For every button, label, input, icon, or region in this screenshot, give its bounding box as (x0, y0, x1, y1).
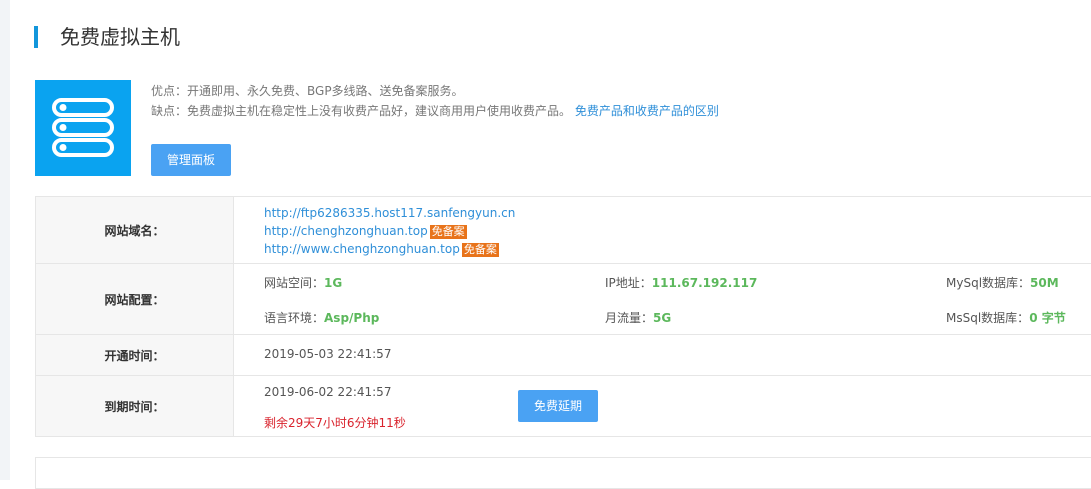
mysql-info: MySql数据库：50M (946, 274, 1059, 291)
domain-item: http://chenghzonghuan.top 免备案 (264, 223, 467, 239)
remaining-time: 剩余29天7小时6分钟11秒 (264, 416, 406, 430)
ip-info: IP地址：111.67.192.117 (605, 274, 757, 291)
mssql-value: 0 字节 (1029, 311, 1066, 325)
lang-info: 语言环境：Asp/Php (264, 309, 379, 326)
space-label: 网站空间： (264, 276, 325, 290)
open-time-label: 开通时间： (35, 335, 234, 375)
next-panel (35, 457, 1091, 489)
lang-label: 语言环境： (264, 311, 325, 325)
no-filing-badge: 免备案 (429, 225, 467, 239)
left-sidebar-strip (0, 0, 10, 480)
domain-link[interactable]: http://www.chenghzonghuan.top (264, 242, 460, 256)
config-row: 网站配置： 网站空间：1G IP地址：111.67.192.117 MySql数… (35, 264, 1091, 335)
free-extend-button[interactable]: 免费延期 (518, 390, 598, 422)
pros-text: 优点：开通即用、永久免费、BGP多线路、送免备案服务。 (151, 84, 464, 98)
domain-row: 网站域名： http://ftp6286335.host117.sanfengy… (35, 197, 1091, 264)
lang-value: Asp/Php (324, 311, 380, 325)
config-label: 网站配置： (35, 264, 234, 334)
domain-item: http://ftp6286335.host117.sanfengyun.cn (264, 205, 515, 221)
control-panel-button[interactable]: 管理面板 (151, 144, 231, 176)
expire-time-value: 2019-06-02 22:41:57 (264, 385, 392, 399)
no-filing-badge: 免备案 (461, 243, 499, 257)
server-stack-icon (35, 80, 131, 176)
mssql-label: MsSql数据库： (946, 311, 1030, 325)
mysql-value: 50M (1030, 276, 1059, 290)
compare-link[interactable]: 免费产品和收费产品的区别 (575, 104, 719, 118)
expire-time-label: 到期时间： (35, 376, 234, 436)
traffic-value: 5G (653, 311, 672, 325)
traffic-info: 月流量：5G (605, 309, 671, 326)
cons-text: 缺点：免费虚拟主机在稳定性上没有收费产品好，建议商用用户使用收费产品。 (151, 104, 572, 118)
ip-label: IP地址： (605, 276, 652, 290)
domain-item: http://www.chenghzonghuan.top 免备案 (264, 241, 499, 257)
domain-label: 网站域名： (35, 197, 234, 263)
cons-line: 缺点：免费虚拟主机在稳定性上没有收费产品好，建议商用用户使用收费产品。 免费产品… (151, 103, 719, 119)
domain-link[interactable]: http://chenghzonghuan.top (264, 224, 428, 238)
title-accent-bar (34, 26, 38, 48)
page-title: 免费虚拟主机 (60, 25, 180, 49)
open-time-row: 开通时间： 2019-05-03 22:41:57 (35, 335, 1091, 376)
domain-link[interactable]: http://ftp6286335.host117.sanfengyun.cn (264, 206, 515, 220)
ip-value: 111.67.192.117 (651, 276, 758, 290)
mssql-info: MsSql数据库：0 字节 (946, 309, 1066, 326)
open-time-value: 2019-05-03 22:41:57 (264, 347, 392, 361)
traffic-label: 月流量： (605, 311, 654, 325)
space-value: 1G (324, 276, 343, 290)
mysql-label: MySql数据库： (946, 276, 1031, 290)
space-info: 网站空间：1G (264, 274, 342, 291)
